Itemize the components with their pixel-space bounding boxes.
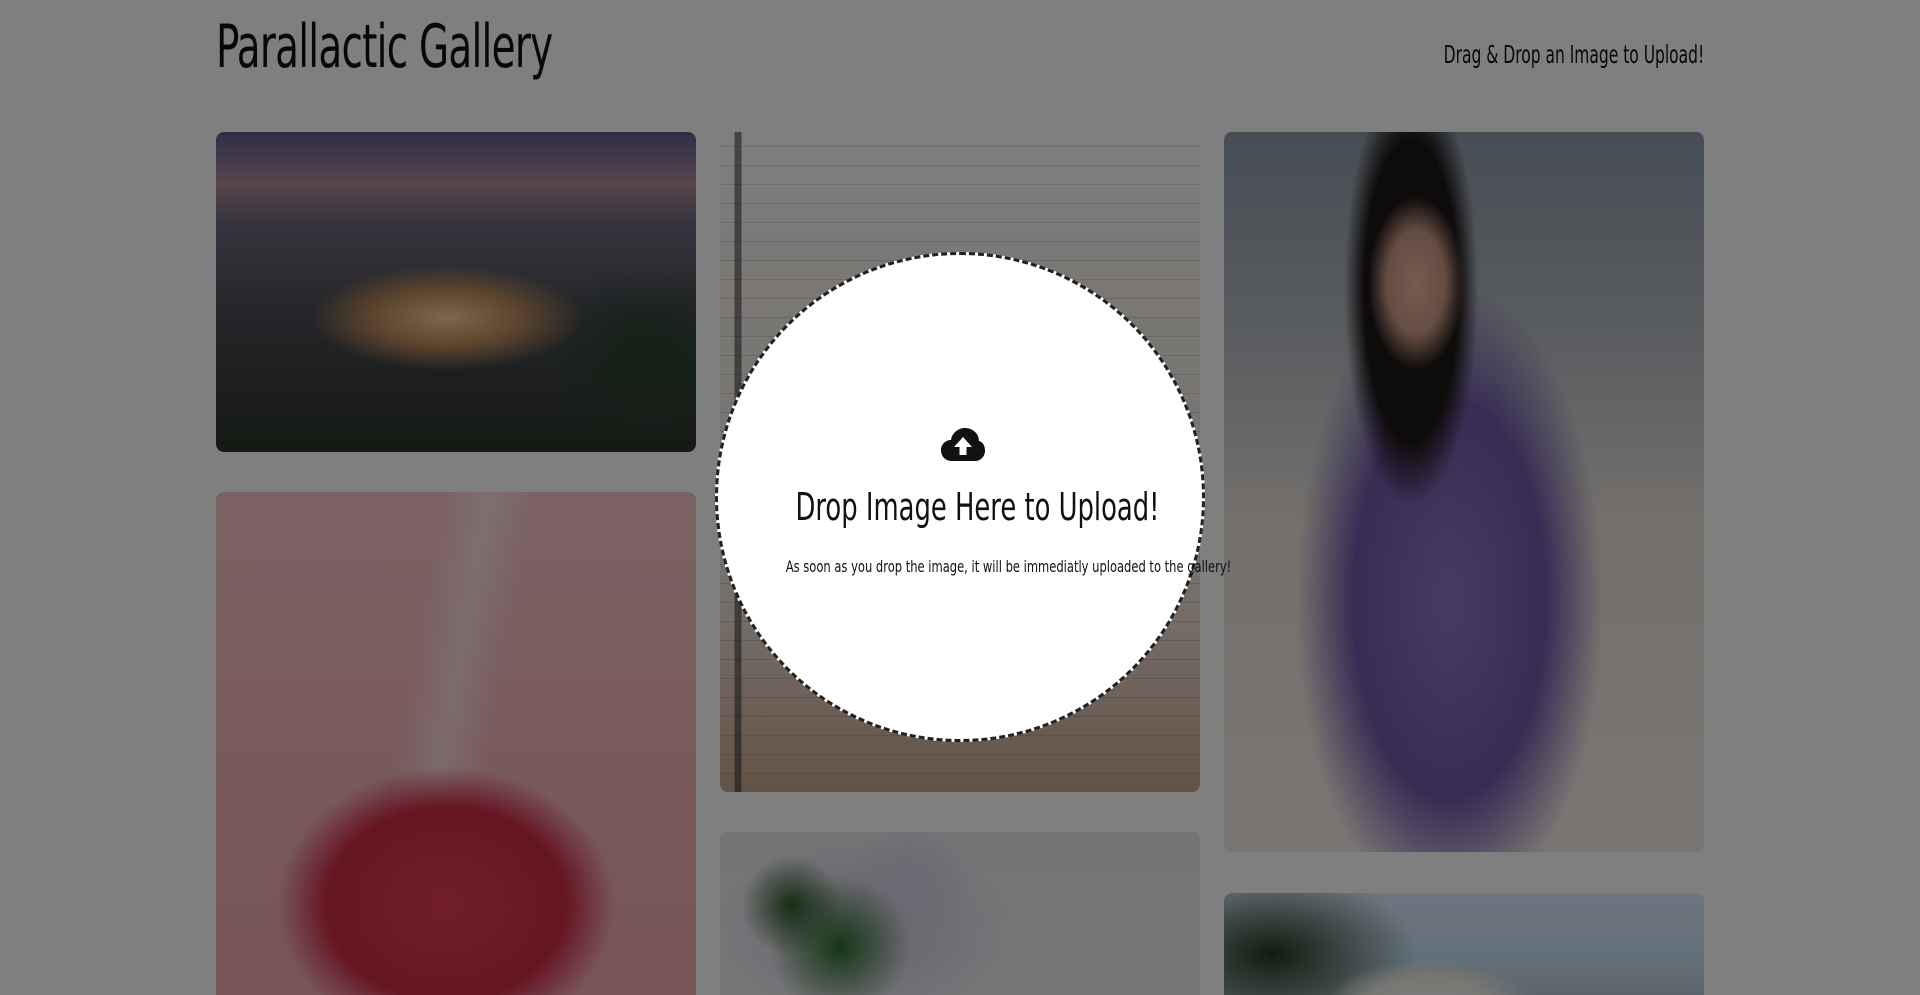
page: Parallactic Gallery Drag & Drop an Image… bbox=[0, 0, 1920, 995]
drop-zone-title: Drop Image Here to Upload! bbox=[795, 485, 1160, 529]
image-drop-zone[interactable]: Drop Image Here to Upload! As soon as yo… bbox=[715, 252, 1232, 742]
cloud-upload-icon bbox=[941, 428, 985, 461]
drop-zone-subtitle: As soon as you drop the image, it will b… bbox=[785, 557, 1232, 576]
